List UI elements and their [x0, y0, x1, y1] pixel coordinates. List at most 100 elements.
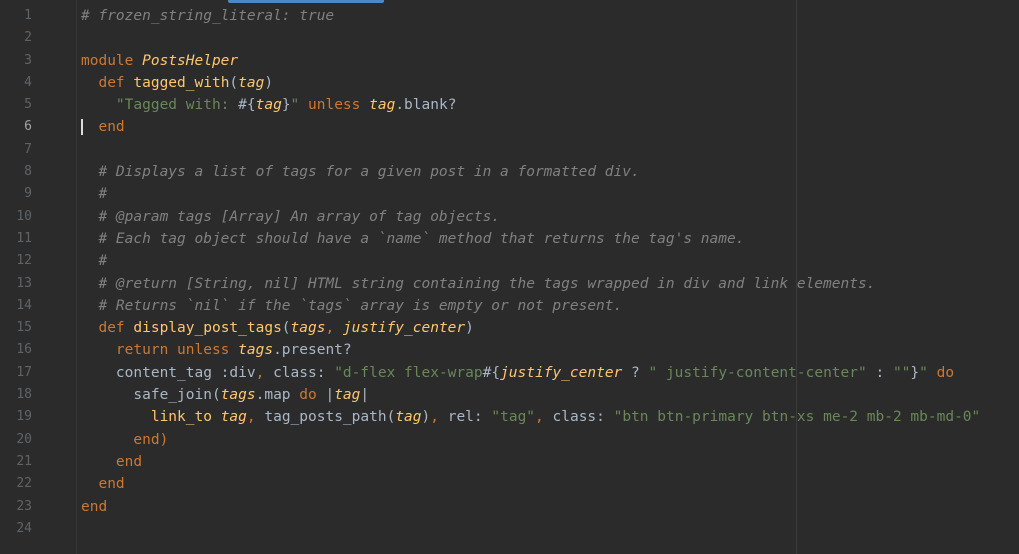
code-editor[interactable]: 1 # frozen_string_literal: true 2 3 module P…: [0, 0, 1019, 554]
code-token: #{: [238, 97, 256, 114]
code-token: ,: [246, 409, 265, 426]
code-token: end: [81, 453, 143, 470]
code-token: "": [892, 364, 911, 381]
code-token: #: [81, 253, 108, 270]
code-token: ?: [622, 364, 649, 381]
code-token: ,: [430, 409, 448, 426]
code-token: }: [910, 364, 920, 381]
line-number: 12: [16, 253, 32, 269]
code-token: " justify-content-center": [648, 364, 867, 381]
code-line[interactable]: 4 def tagged_with(tag): [0, 72, 1019, 94]
line-code: # @param tags [Array] An array of tag ob…: [81, 206, 500, 228]
code-token: link_to: [81, 409, 221, 426]
code-line[interactable]: 7: [0, 139, 1019, 161]
line-code: link_to tag, tag_posts_path(tag), rel: "…: [81, 406, 980, 428]
line-code: end: [81, 116, 125, 138]
code-token: class:: [552, 409, 614, 426]
code-token: ": [290, 97, 300, 114]
code-line[interactable]: 11 # Each tag object should have a `name…: [0, 228, 1019, 250]
code-token: module: [81, 52, 143, 69]
code-line[interactable]: 15 def display_post_tags(tags, justify_c…: [0, 317, 1019, 339]
code-line[interactable]: 16 return unless tags.present?: [0, 339, 1019, 361]
code-line[interactable]: 14 # Returns `nil` if the `tags` array i…: [0, 295, 1019, 317]
line-number: 18: [16, 387, 32, 403]
code-token: :: [866, 364, 893, 381]
line-code: end: [81, 496, 107, 518]
code-token: tag: [369, 97, 396, 114]
code-token: do: [299, 387, 326, 404]
code-line[interactable]: 13 # @return [String, nil] HTML string c…: [0, 273, 1019, 295]
line-number: 1: [24, 8, 32, 23]
code-line[interactable]: 22 end: [0, 473, 1019, 495]
line-code: #: [81, 250, 107, 272]
code-line[interactable]: 1 # frozen_string_literal: true: [0, 5, 1019, 27]
code-token: "btn btn-primary btn-xs me-2 mb-2 mb-md-…: [613, 409, 981, 426]
code-token: rel:: [447, 409, 492, 426]
code-token: tags: [220, 387, 256, 404]
line-code: def tagged_with(tag): [81, 72, 273, 94]
line-number: 17: [16, 364, 32, 380]
code-token: "d-flex flex-wrap: [334, 364, 483, 381]
line-number: 16: [16, 342, 32, 358]
code-token: do: [927, 364, 955, 381]
code-token: tagged_with: [133, 74, 230, 91]
code-token: ): [264, 74, 274, 91]
editor-tab-indicator: [228, 0, 384, 3]
line-number: 3: [24, 52, 32, 68]
line-number: 22: [16, 476, 32, 492]
code-line[interactable]: 8 # Displays a list of tags for a given …: [0, 161, 1019, 183]
code-token: .map: [255, 387, 300, 404]
code-line[interactable]: 20 end): [0, 429, 1019, 451]
code-lines[interactable]: 1 # frozen_string_literal: true 2 3 module P…: [0, 5, 1019, 540]
code-token: ,: [255, 364, 274, 381]
code-line[interactable]: 9 #: [0, 183, 1019, 205]
code-token: # Each tag object should have a `name` m…: [81, 230, 745, 247]
code-token: unless: [299, 97, 370, 114]
code-token: ,: [535, 409, 553, 426]
code-token: def: [81, 320, 134, 337]
line-code: # frozen_string_literal: true: [81, 5, 334, 27]
line-code: # Returns `nil` if the `tags` array is e…: [81, 295, 622, 317]
code-line[interactable]: 17 content_tag :div, class: "d-flex flex…: [0, 362, 1019, 384]
code-token: |: [360, 387, 370, 404]
code-token: content_tag :div: [81, 364, 256, 381]
code-token: return unless: [81, 342, 239, 359]
code-token: end: [81, 119, 125, 136]
code-line[interactable]: 18 safe_join(tags.map do |tag|: [0, 384, 1019, 406]
line-number: 21: [16, 453, 32, 469]
code-token: safe_join(: [81, 387, 221, 404]
code-token: class:: [273, 364, 335, 381]
code-token: .blank?: [395, 97, 457, 114]
code-line[interactable]: 2: [0, 27, 1019, 49]
line-code: def display_post_tags(tags, justify_cent…: [81, 317, 473, 339]
code-line[interactable]: 19 link_to tag, tag_posts_path(tag), rel…: [0, 406, 1019, 428]
line-number: 20: [16, 431, 32, 447]
code-line[interactable]: 10 # @param tags [Array] An array of tag…: [0, 206, 1019, 228]
code-token: ,: [325, 320, 343, 337]
code-line[interactable]: 6 end: [0, 116, 1019, 138]
line-number: 15: [16, 320, 32, 336]
code-token: (: [281, 320, 291, 337]
code-token: # frozen_string_literal: true: [81, 8, 335, 24]
line-code: # Displays a list of tags for a given po…: [81, 161, 639, 183]
line-number: 7: [24, 141, 32, 157]
code-token: ": [919, 364, 928, 381]
line-number: 9: [24, 186, 32, 202]
code-line[interactable]: 24: [0, 518, 1019, 540]
code-line[interactable]: 5 "Tagged with: #{tag}" unless tag.blank…: [0, 94, 1019, 116]
line-number: 10: [16, 208, 32, 224]
line-code: module PostsHelper: [81, 50, 238, 72]
line-number: 8: [24, 164, 32, 180]
line-number: 4: [24, 74, 32, 90]
line-number: 5: [24, 97, 32, 113]
line-code: "Tagged with: #{tag}" unless tag.blank?: [81, 94, 457, 116]
code-line[interactable]: 23 end: [0, 496, 1019, 518]
code-line[interactable]: 12 #: [0, 250, 1019, 272]
line-code: end): [81, 429, 168, 451]
code-line[interactable]: 21 end: [0, 451, 1019, 473]
code-line[interactable]: 3 module PostsHelper: [0, 50, 1019, 72]
line-code: safe_join(tags.map do |tag|: [81, 384, 369, 406]
code-token: tags: [238, 342, 274, 359]
line-number: 2: [24, 30, 32, 46]
code-token: tag: [220, 409, 247, 426]
